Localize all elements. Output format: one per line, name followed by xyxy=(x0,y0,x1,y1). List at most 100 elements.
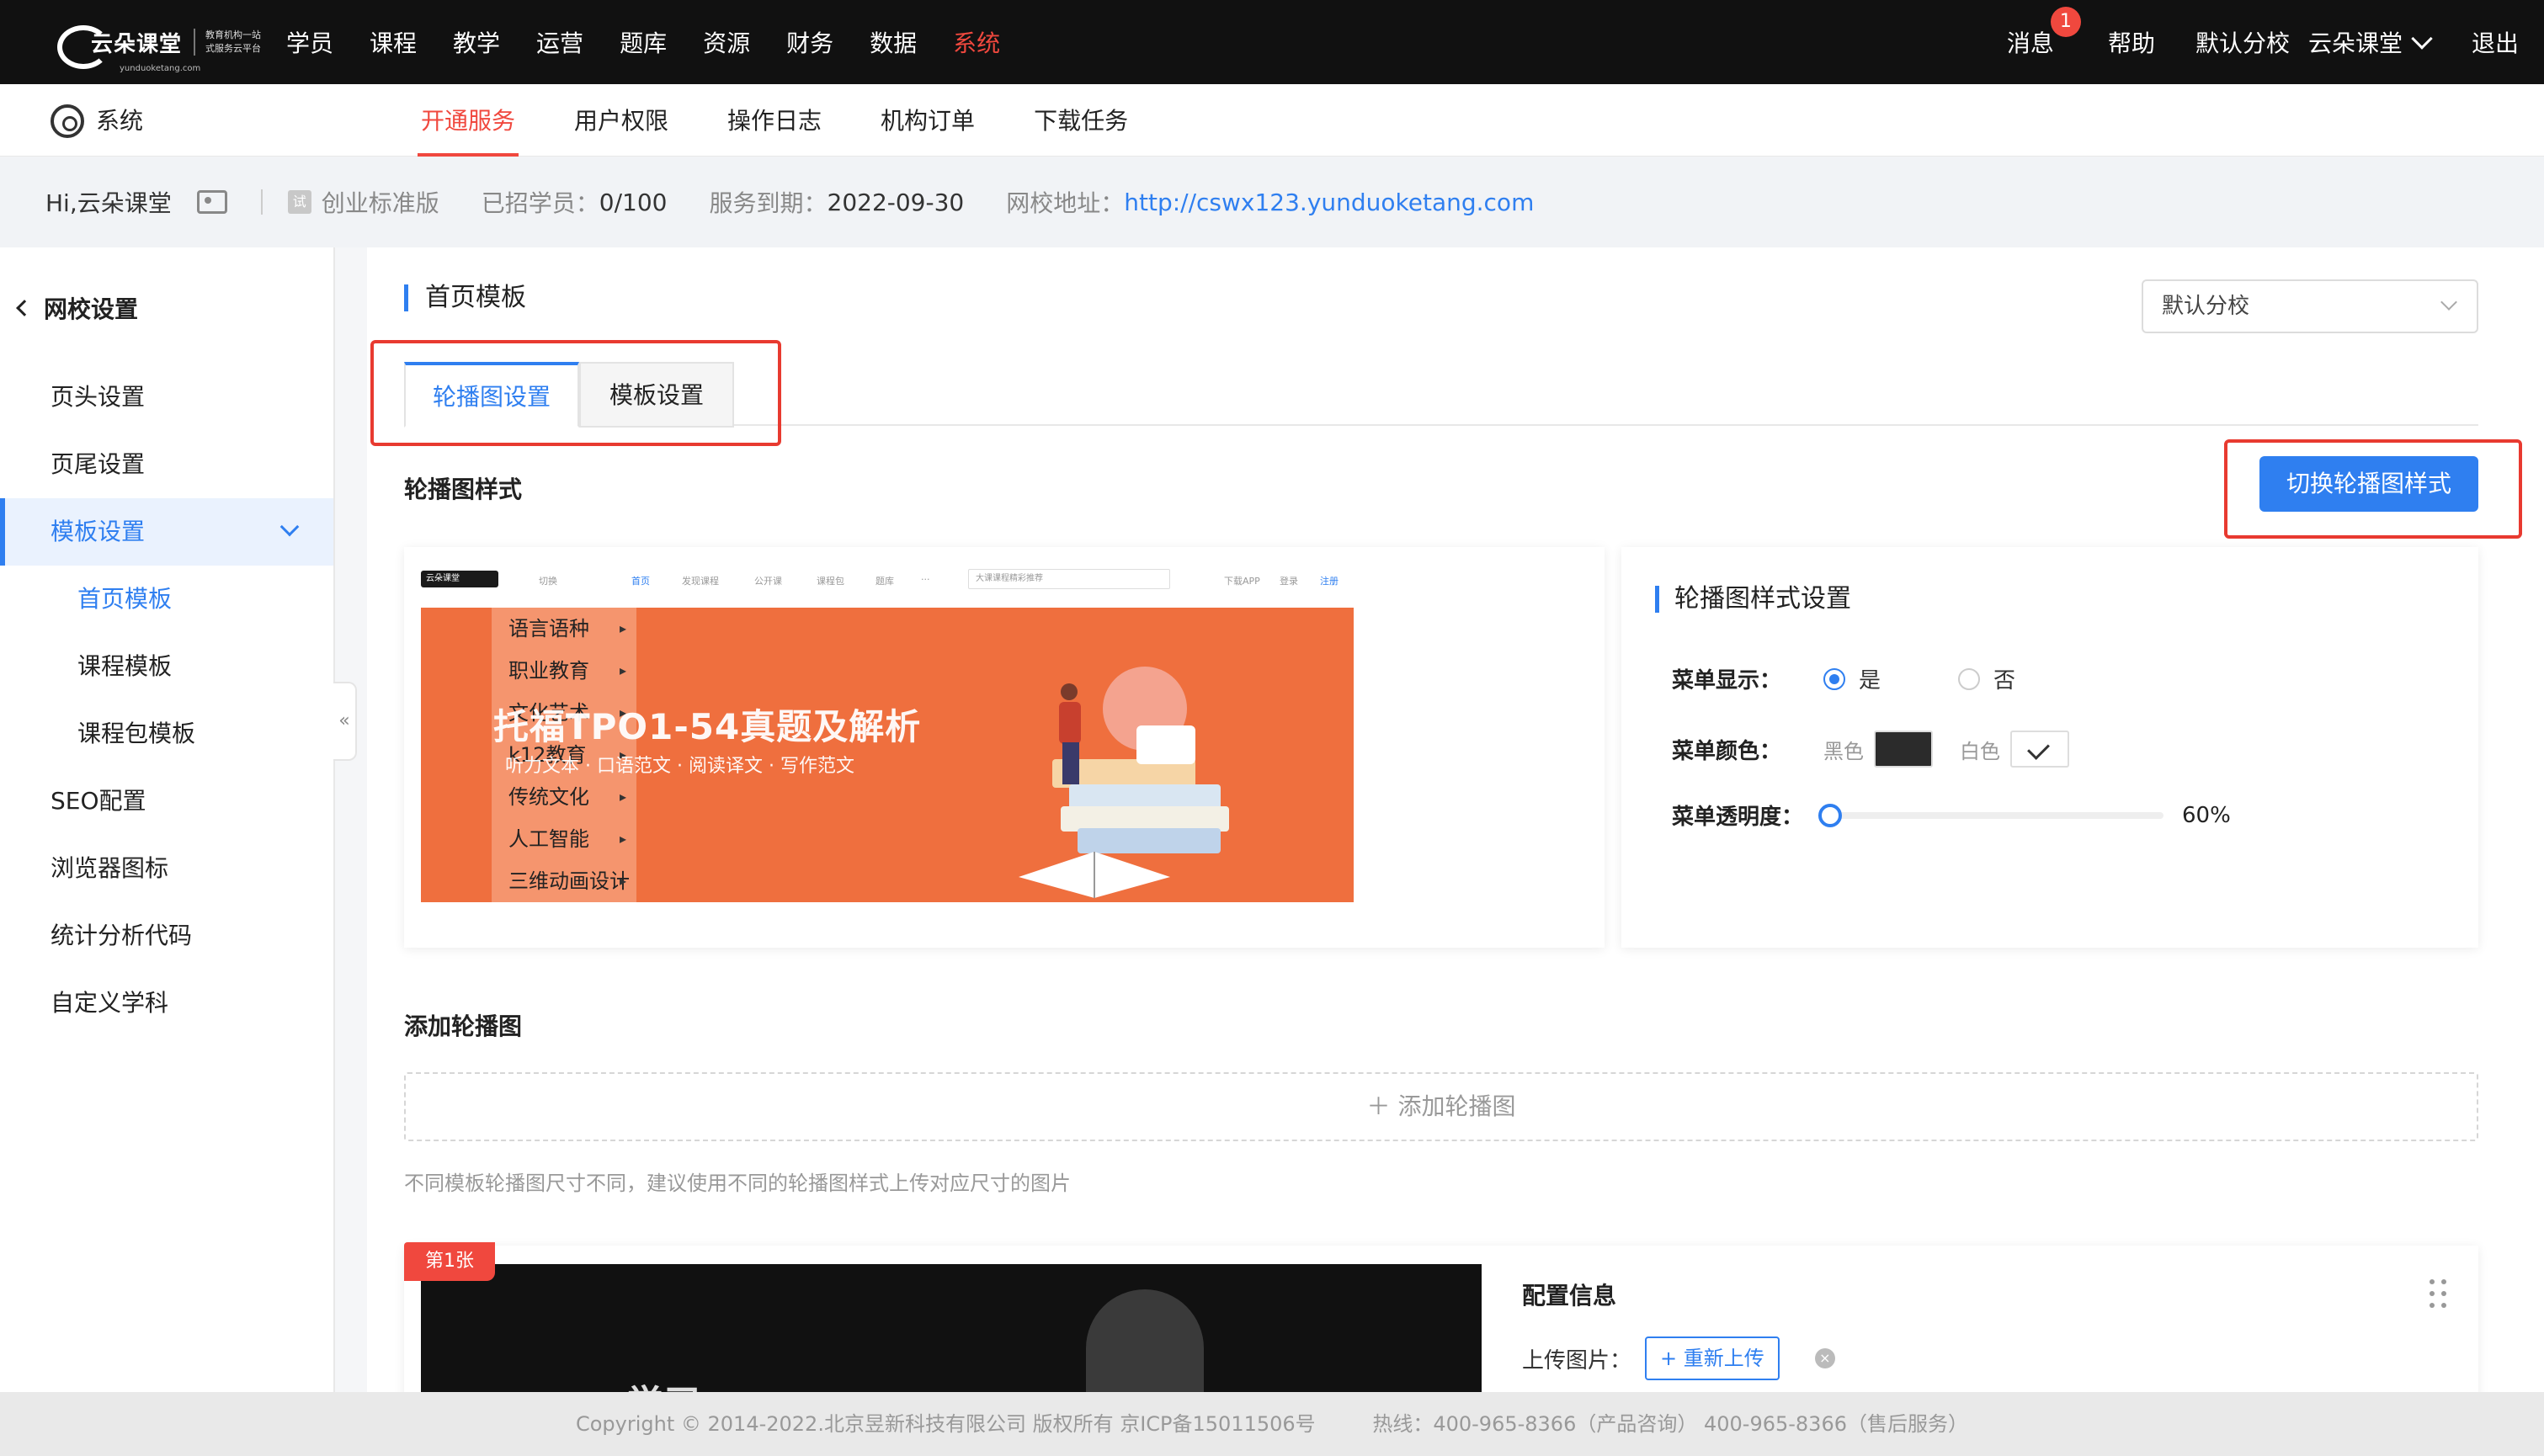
sidebar-back-label: 网校设置 xyxy=(44,295,139,323)
top-navbar: 云朵课堂 教育机构一站 式服务云平台 yunduoketang.com 学员 课… xyxy=(0,0,2544,84)
chevron-left-icon xyxy=(16,300,33,316)
menu-display-no-label[interactable]: 否 xyxy=(1993,663,2015,694)
white-color-swatch[interactable] xyxy=(2010,731,2069,768)
preview-menu-item: 三维动画设计 xyxy=(492,860,636,902)
sidebar-item-footer-settings[interactable]: 页尾设置 xyxy=(0,431,333,498)
upload-row: 上传图片： + 重新上传 × xyxy=(1522,1336,1835,1380)
menu-opacity-label: 菜单透明度： xyxy=(1672,805,1804,830)
chevron-down-icon[interactable] xyxy=(2411,28,2433,50)
reupload-button[interactable]: + 重新上传 xyxy=(1645,1336,1780,1380)
students-value: 0/100 xyxy=(599,188,668,216)
sidebar-item-favicon[interactable]: 浏览器图标 xyxy=(0,835,333,902)
divider xyxy=(260,189,263,215)
upload-label: 上传图片： xyxy=(1522,1347,1632,1374)
gear-icon xyxy=(51,104,84,138)
drag-handle-icon[interactable] xyxy=(2430,1279,2450,1310)
nav-item-courses[interactable]: 课程 xyxy=(370,25,417,59)
preview-right-link: 登录 xyxy=(1280,576,1298,587)
messages-link[interactable]: 消息 1 xyxy=(2006,7,2081,59)
sidebar-item-home-template[interactable]: 首页模板 xyxy=(0,566,333,633)
chevron-down-icon xyxy=(279,517,300,537)
nav-item-students[interactable]: 学员 xyxy=(286,25,333,59)
sidebar-item-course-package-template[interactable]: 课程包模板 xyxy=(0,700,333,768)
branch-select[interactable]: 默认分校 xyxy=(2142,279,2478,333)
preview-nav-item: 切换 xyxy=(539,576,557,587)
nav-item-resources[interactable]: 资源 xyxy=(703,25,750,59)
preview-nav-item: 课程包 xyxy=(817,576,844,587)
add-carousel-button[interactable]: ＋ 添加轮播图 xyxy=(404,1072,2478,1141)
chevron-down-icon xyxy=(2440,294,2457,311)
account-menu[interactable]: 云朵课堂 xyxy=(2308,25,2403,59)
expire-label: 服务到期： xyxy=(709,189,828,217)
school-switcher[interactable]: 默认分校 xyxy=(2195,25,2290,59)
logo[interactable]: 云朵课堂 教育机构一站 式服务云平台 yunduoketang.com xyxy=(54,15,262,73)
top-right-actions: 消息 1 帮助 默认分校 云朵课堂 退出 xyxy=(2007,0,2519,84)
black-label: 黑色 xyxy=(1823,739,1864,763)
preview-right-link: 注册 xyxy=(1320,576,1339,587)
section-label: 系统 xyxy=(96,107,144,135)
carousel-style-settings: 轮播图样式设置 菜单显示： 是 否 菜单颜色： 黑色 白色 菜单透明度： 60% xyxy=(1621,547,2478,948)
footer-copyright: Copyright © 2014-2022.北京昱新科技有限公司 版权所有 京I… xyxy=(575,1412,1316,1436)
nav-item-finance[interactable]: 财务 xyxy=(786,25,833,59)
id-card-icon[interactable] xyxy=(196,190,227,214)
menu-display-no-radio[interactable] xyxy=(1958,667,1981,690)
tab-download-tasks[interactable]: 下载任务 xyxy=(1034,84,1128,157)
black-color-swatch[interactable] xyxy=(1874,731,1933,768)
preview-logo: 云朵课堂 xyxy=(421,571,498,587)
sidebar-item-seo[interactable]: SEO配置 xyxy=(0,768,333,835)
opacity-value: 60% xyxy=(2182,802,2231,828)
white-label: 白色 xyxy=(1960,739,2000,763)
students-label: 已招学员： xyxy=(481,189,599,217)
branch-select-value: 默认分校 xyxy=(2162,294,2250,319)
slide-card: 学习 第1张 配置信息 上传图片： + 重新上传 × xyxy=(404,1242,2478,1414)
sidebar-item-custom-subjects[interactable]: 自定义学科 xyxy=(0,970,333,1037)
messages-label: 消息 xyxy=(2006,29,2054,57)
slide-image: 学习 xyxy=(421,1264,1482,1399)
page-title: 首页模板 xyxy=(404,284,526,311)
nav-item-question-bank[interactable]: 题库 xyxy=(620,25,667,59)
student-illustration xyxy=(1019,667,1229,898)
preview-nav-item: 公开课 xyxy=(754,576,782,587)
preview-nav-item: 发现课程 xyxy=(682,576,719,587)
tab-operation-log[interactable]: 操作日志 xyxy=(727,84,822,157)
settings-title: 轮播图样式设置 xyxy=(1655,586,1851,613)
footer: Copyright © 2014-2022.北京昱新科技有限公司 版权所有 京I… xyxy=(0,1392,2544,1456)
tab-open-service[interactable]: 开通服务 xyxy=(417,84,519,157)
logout-link[interactable]: 退出 xyxy=(2472,25,2519,59)
size-hint: 不同模板轮播图尺寸不同，建议使用不同的轮播图样式上传对应尺寸的图片 xyxy=(404,1172,1071,1195)
highlight-box-tabs xyxy=(370,340,781,446)
help-link[interactable]: 帮助 xyxy=(2108,25,2155,59)
logo-tagline-line2: 式服务云平台 xyxy=(205,43,262,54)
preview-menu-item: 人工智能 xyxy=(492,818,636,860)
tab-user-permissions[interactable]: 用户权限 xyxy=(574,84,668,157)
highlight-box-switch-button xyxy=(2224,439,2522,539)
opacity-slider[interactable] xyxy=(1818,803,2163,827)
menu-display-row: 菜单显示： 是 否 xyxy=(1672,663,2093,694)
expire-value: 2022-09-30 xyxy=(827,188,965,216)
cloud-logo-icon xyxy=(54,20,109,69)
sidebar-item-template-settings[interactable]: 模板设置 xyxy=(0,498,333,566)
nav-item-system[interactable]: 系统 xyxy=(953,25,1000,59)
menu-display-yes-radio[interactable] xyxy=(1823,667,1845,690)
sidebar-back-button[interactable]: 网校设置 xyxy=(16,291,139,325)
preview-site-header: 云朵课堂 切换 首页 发现课程 公开课 课程包 题库 ··· 大课课程精彩推荐 … xyxy=(421,567,1355,592)
message-count-badge: 1 xyxy=(2050,7,2081,37)
sidebar: 网校设置 页头设置 页尾设置 模板设置 首页模板 课程模板 课程包模板 SEO配… xyxy=(0,247,335,1392)
sidebar-item-analytics-code[interactable]: 统计分析代码 xyxy=(0,902,333,970)
opacity-slider-handle[interactable] xyxy=(1818,803,1842,827)
menu-display-yes-label[interactable]: 是 xyxy=(1859,663,1881,694)
menu-color-row: 菜单颜色： 黑色 白色 xyxy=(1672,731,2096,768)
tab-org-orders[interactable]: 机构订单 xyxy=(881,84,975,157)
slide-index-tag: 第1张 xyxy=(404,1242,495,1281)
preview-menu-item: 语言语种 xyxy=(492,608,636,650)
nav-item-data[interactable]: 数据 xyxy=(870,25,917,59)
nav-item-teaching[interactable]: 教学 xyxy=(453,25,500,59)
carousel-preview: 云朵课堂 切换 首页 发现课程 公开课 课程包 题库 ··· 大课课程精彩推荐 … xyxy=(404,547,1605,948)
school-url-link[interactable]: http://cswx123.yunduoketang.com xyxy=(1124,189,1534,216)
menu-display-label: 菜单显示： xyxy=(1672,668,1782,693)
sidebar-item-header-settings[interactable]: 页头设置 xyxy=(0,364,333,431)
nav-item-operations[interactable]: 运营 xyxy=(536,25,583,59)
sidebar-item-course-template[interactable]: 课程模板 xyxy=(0,633,333,700)
sidebar-collapse-button[interactable]: « xyxy=(333,682,357,761)
close-icon[interactable]: × xyxy=(1814,1348,1835,1368)
